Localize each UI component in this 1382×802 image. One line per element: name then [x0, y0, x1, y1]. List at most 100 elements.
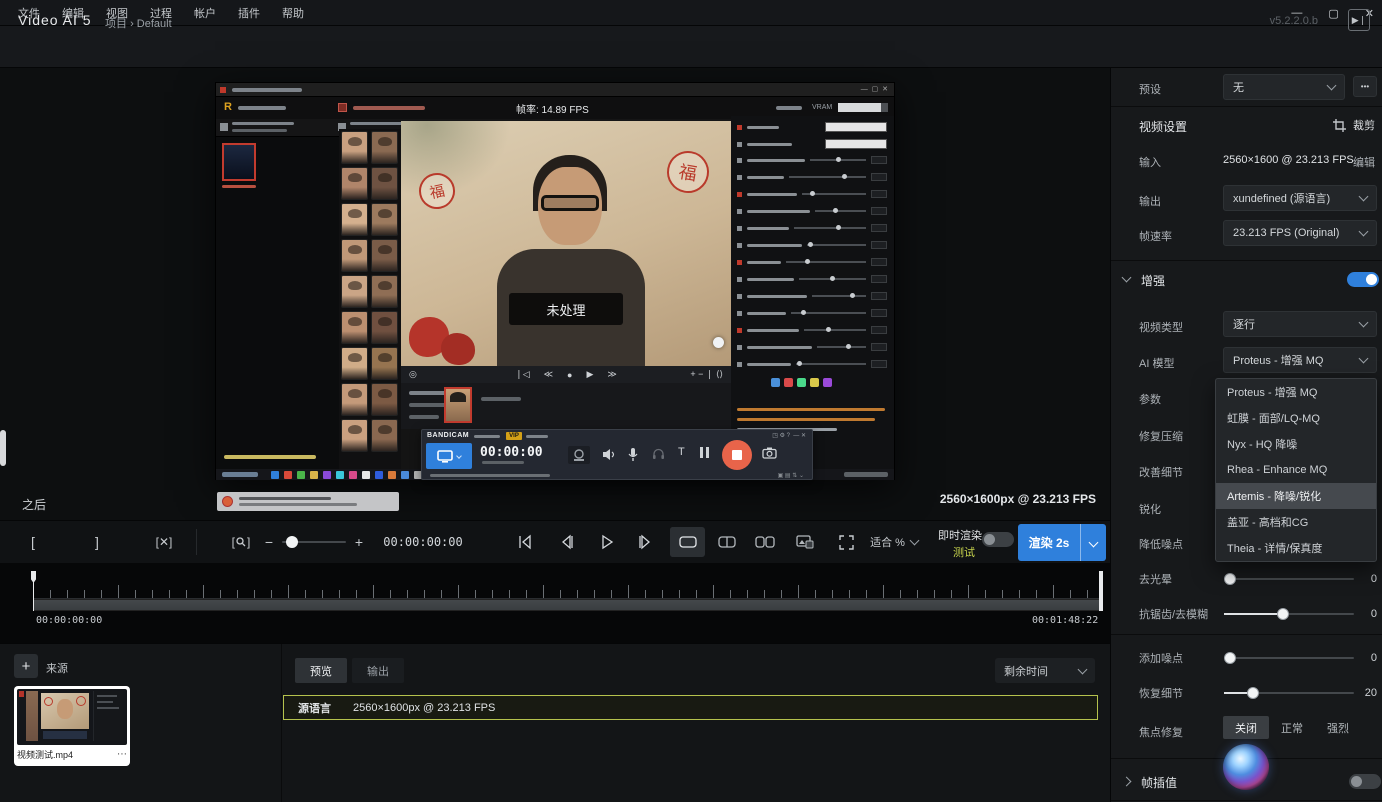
left-edge-handle[interactable]: [0, 430, 6, 466]
interpolation-toggle[interactable]: [1349, 774, 1381, 789]
text-overlay-icon[interactable]: T: [678, 446, 685, 458]
breadcrumb-name[interactable]: Default: [137, 18, 172, 30]
face-thumbnail-17[interactable]: [371, 419, 398, 452]
face-thumbnail-3[interactable]: [371, 167, 398, 200]
face-thumbnail-11[interactable]: [371, 311, 398, 344]
headset-icon[interactable]: [652, 447, 665, 460]
face-thumbnail-15[interactable]: [371, 383, 398, 416]
microphone-icon[interactable]: [628, 447, 638, 462]
render-button[interactable]: 渲染 2s: [1018, 524, 1106, 561]
face-thumbnail-13[interactable]: [371, 347, 398, 380]
menu-item-6[interactable]: 帮助: [282, 5, 304, 21]
file-more-menu[interactable]: ⋯: [117, 749, 127, 760]
fullscreen-button[interactable]: [832, 528, 860, 556]
record-mode-button[interactable]: [426, 443, 472, 469]
model-option-3[interactable]: Rhea - Enhance MQ: [1216, 457, 1376, 483]
framerate-select[interactable]: 23.213 FPS (Original): [1223, 220, 1377, 246]
timeline-ruler[interactable]: [33, 577, 1101, 599]
next-frame-button[interactable]: [630, 528, 660, 556]
recover-detail-slider[interactable]: [1224, 692, 1354, 694]
model-option-5[interactable]: 盖亚 - 高档和CG: [1216, 509, 1376, 535]
interpolation-collapse-icon[interactable]: [1122, 777, 1132, 787]
project-thumbnail[interactable]: [222, 143, 256, 181]
breadcrumb-project[interactable]: 项目: [105, 18, 127, 30]
speaker-icon[interactable]: [602, 448, 616, 461]
zoom-slider-knob[interactable]: [286, 536, 298, 548]
zoom-in-button[interactable]: +: [352, 528, 366, 556]
trim-clear-button[interactable]: [✕]: [146, 528, 182, 556]
face-thumbnail-12[interactable]: [341, 347, 368, 380]
add-source-button[interactable]: +: [14, 654, 38, 678]
tab-output[interactable]: 输出: [352, 658, 404, 683]
antialias-slider[interactable]: [1224, 613, 1354, 615]
play-button[interactable]: [592, 528, 622, 556]
captured-forward-icon[interactable]: ≫: [607, 369, 616, 380]
model-option-0[interactable]: Proteus - 增强 MQ: [1216, 379, 1376, 405]
face-thumbnail-10[interactable]: [341, 311, 368, 344]
face-thumbnail-4[interactable]: [341, 203, 368, 236]
view-mode-side-by-side-button[interactable]: [748, 527, 782, 557]
dehalo-slider[interactable]: [1224, 578, 1354, 580]
preview-list-item[interactable]: 源语言 2560×1600px @ 23.213 FPS: [283, 695, 1098, 720]
face-thumbnail-7[interactable]: [371, 239, 398, 272]
target-face-thumbnail[interactable]: [444, 387, 472, 423]
zoom-out-button[interactable]: −: [262, 528, 276, 556]
maximize-button[interactable]: ▢: [1328, 7, 1338, 20]
toggle-panel-icon[interactable]: ▶❘: [1348, 9, 1370, 31]
face-thumbnail-16[interactable]: [341, 419, 368, 452]
trim-out-button[interactable]: ]: [82, 528, 112, 556]
screenshot-camera-icon[interactable]: [762, 447, 777, 459]
preset-more-button[interactable]: •••: [1353, 76, 1377, 97]
timeline-clip[interactable]: [33, 599, 1101, 611]
captured-rewind-icon[interactable]: ≪: [544, 369, 553, 380]
face-thumbnail-8[interactable]: [341, 275, 368, 308]
face-thumbnail-list[interactable]: [339, 129, 401, 469]
go-to-start-button[interactable]: [510, 528, 540, 556]
face-thumbnail-6[interactable]: [341, 239, 368, 272]
source-file-card[interactable]: 视频测试.mp4 ⋯: [14, 686, 130, 766]
face-thumbnail-0[interactable]: [341, 131, 368, 164]
ai-model-dropdown-list[interactable]: Proteus - 增强 MQ虹膜 - 面部/LQ-MQNyx - HQ 降噪R…: [1215, 378, 1377, 562]
fit-zoom-dropdown[interactable]: 适合 %: [866, 528, 922, 556]
focus-fix-option-0[interactable]: 关闭: [1223, 716, 1269, 739]
captured-zoom-controls[interactable]: + − ❘ ⟨⟩: [690, 369, 723, 380]
recorder-window-controls[interactable]: ◳ ⚙ ? — ✕: [772, 432, 806, 439]
render-button-label[interactable]: 渲染 2s: [1018, 534, 1080, 551]
output-select[interactable]: xundefined (源语言): [1223, 185, 1377, 211]
timeline[interactable]: 00:00:00:00 00:01:48:22: [0, 563, 1110, 643]
enhance-toggle[interactable]: [1347, 272, 1379, 287]
tab-preview[interactable]: 预览: [295, 658, 347, 683]
webcam-toggle-icon[interactable]: [568, 446, 590, 464]
face-thumbnail-14[interactable]: [341, 383, 368, 416]
render-options-dropdown[interactable]: [1080, 524, 1106, 561]
zoom-slider[interactable]: [282, 541, 346, 543]
breadcrumb[interactable]: 项目 › Default: [105, 15, 172, 31]
captured-skip-start-icon[interactable]: ❘◁: [515, 369, 529, 380]
loop-icon[interactable]: ◎: [409, 369, 417, 380]
zoom-tool-button[interactable]: []: [226, 528, 256, 556]
preset-select[interactable]: 无: [1223, 74, 1345, 100]
view-mode-split-button[interactable]: [710, 527, 744, 557]
model-option-6[interactable]: Theia - 详情/保真度: [1216, 535, 1376, 561]
model-option-4[interactable]: Artemis - 降噪/锐化: [1216, 483, 1376, 509]
assistant-orb[interactable]: [1223, 744, 1269, 790]
add-noise-slider[interactable]: [1224, 657, 1354, 659]
stop-record-button[interactable]: [722, 440, 752, 470]
ai-model-select[interactable]: Proteus - 增强 MQ: [1223, 347, 1377, 373]
trim-in-button[interactable]: [: [18, 528, 48, 556]
menu-item-4[interactable]: 帐户: [194, 5, 216, 21]
face-thumbnail-5[interactable]: [371, 203, 398, 236]
model-option-2[interactable]: Nyx - HQ 降噪: [1216, 431, 1376, 457]
enhance-collapse-icon[interactable]: [1122, 273, 1132, 283]
face-thumbnail-9[interactable]: [371, 275, 398, 308]
output-folder-icon[interactable]: [338, 103, 347, 112]
video-type-select[interactable]: 逐行: [1223, 311, 1377, 337]
face-thumbnail-2[interactable]: [341, 167, 368, 200]
crop-button[interactable]: 裁剪: [1333, 117, 1375, 133]
captured-record-icon[interactable]: ●: [567, 370, 572, 380]
view-mode-compare-button[interactable]: [788, 527, 822, 557]
previous-frame-button[interactable]: [552, 528, 582, 556]
input-edit-link[interactable]: 编辑: [1353, 154, 1375, 170]
pause-icon[interactable]: [700, 447, 709, 458]
remaining-time-dropdown[interactable]: 剩余时间: [995, 658, 1095, 683]
